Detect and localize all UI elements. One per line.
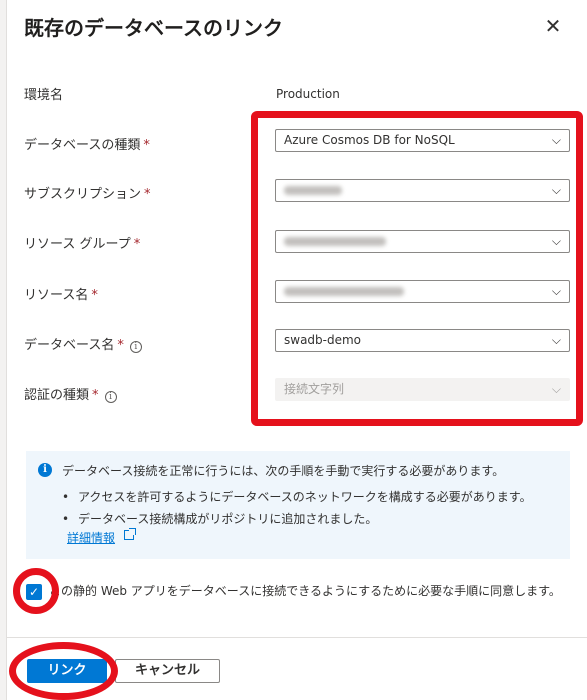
background-page-edge	[0, 0, 7, 700]
external-link-icon[interactable]	[124, 528, 136, 540]
annotation-highlight-ellipse	[9, 642, 118, 700]
consent-text: この静的 Web アプリをデータベースに接続できるようにするために必要な手順に同…	[49, 584, 561, 598]
required-marker: *	[133, 237, 141, 252]
info-icon[interactable]: i	[129, 341, 142, 353]
info-bullet-item: • データベース接続構成がリポジトリに追加されました。	[62, 512, 378, 526]
info-icon: i	[38, 463, 52, 477]
resource-name-label: リソース名 *	[24, 288, 98, 303]
environment-label: 環境名	[24, 88, 64, 103]
info-bullet-item: • アクセスを許可するようにデータベースのネットワークを構成する必要があります。	[62, 490, 532, 504]
bullet-marker: •	[62, 490, 70, 504]
subscription-label: サブスクリプション *	[24, 187, 151, 202]
db-type-label: データベースの種類 *	[24, 138, 150, 153]
info-message-text: データベース接続を正常に行うには、次の手順を手動で実行する必要があります。	[62, 464, 505, 478]
required-marker: *	[92, 388, 99, 403]
required-marker: *	[117, 338, 124, 353]
resource-group-label: リソース グループ *	[24, 237, 141, 252]
annotation-highlight-circle	[13, 568, 59, 614]
annotation-highlight-rectangle	[251, 111, 583, 426]
required-marker: *	[91, 288, 98, 303]
info-message-box: i データベース接続を正常に行うには、次の手順を手動で実行する必要があります。 …	[26, 451, 570, 559]
db-name-label: データベース名 * i	[24, 334, 142, 353]
info-icon[interactable]: i	[104, 391, 117, 403]
cancel-button[interactable]: キャンセル	[115, 659, 220, 683]
bullet-marker: •	[62, 512, 70, 526]
auth-type-label: 認証の種類 * i	[24, 384, 117, 403]
footer-divider	[7, 637, 587, 638]
learn-more-link[interactable]: 詳細情報	[67, 529, 115, 546]
panel-title: 既存のデータベースのリンク	[24, 16, 283, 40]
close-icon[interactable]: ✕	[541, 14, 565, 38]
environment-value: Production	[276, 87, 340, 101]
required-marker: *	[144, 187, 151, 202]
required-marker: *	[143, 138, 150, 153]
